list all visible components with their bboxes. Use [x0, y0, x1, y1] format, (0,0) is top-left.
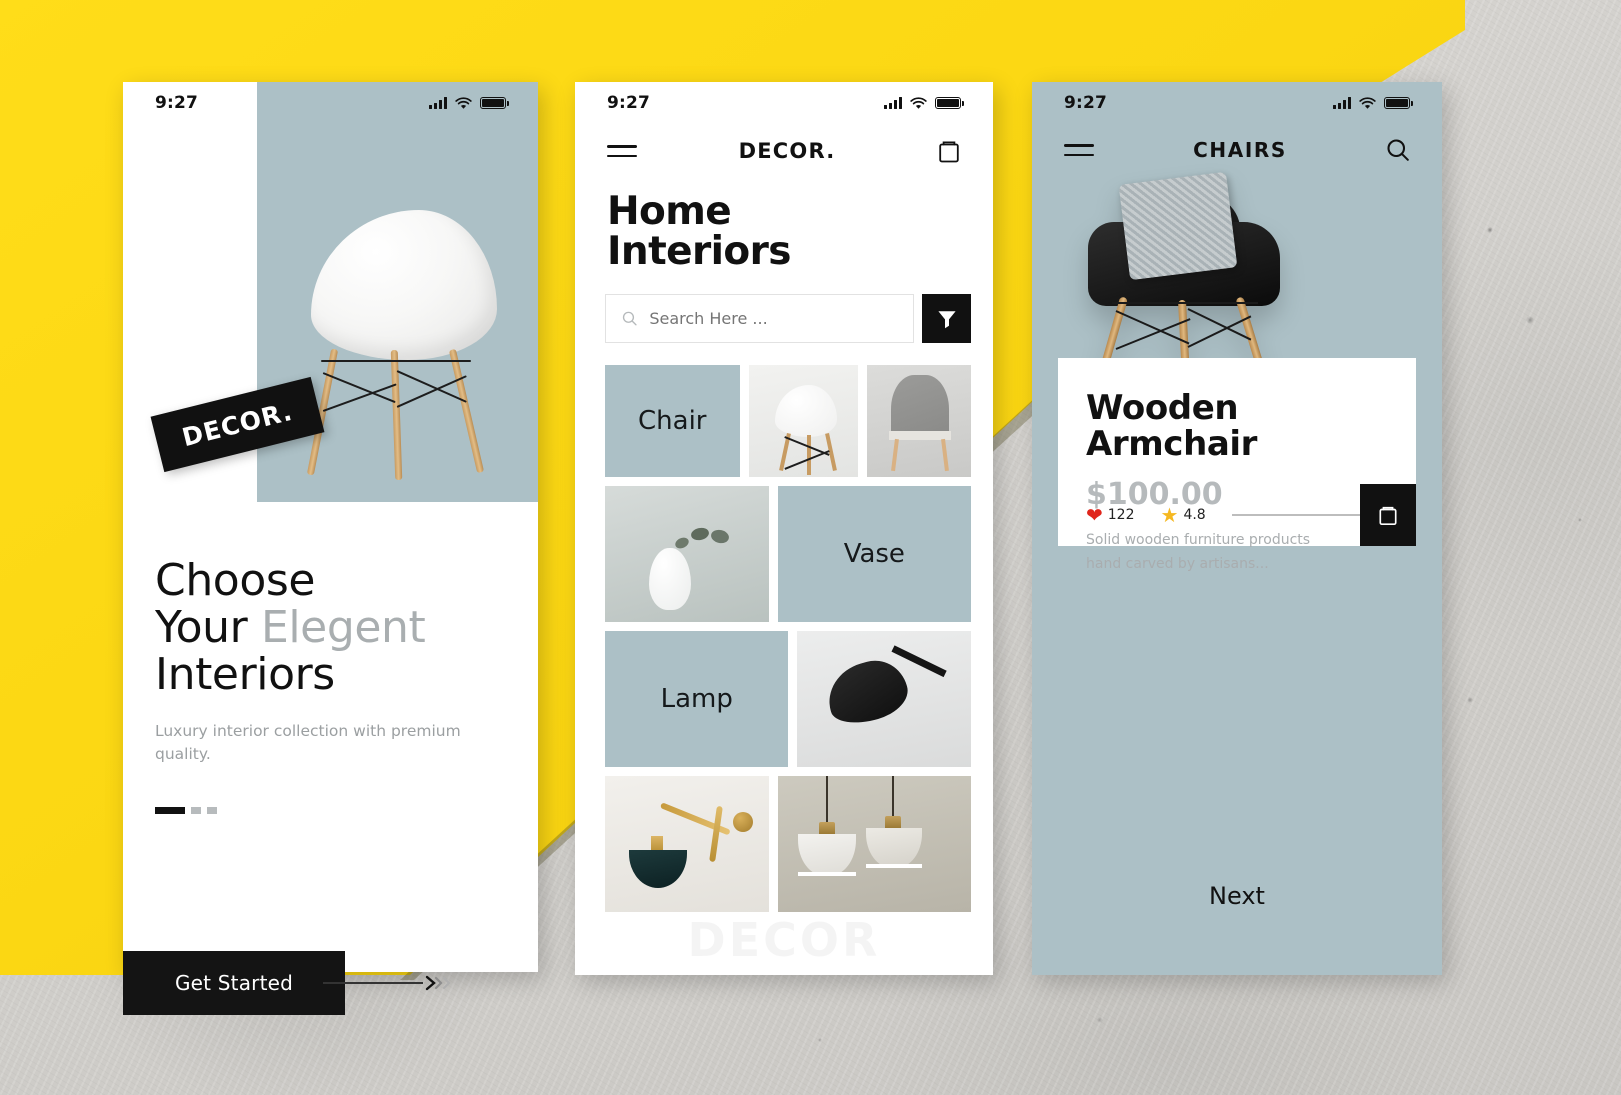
product-name-line-2: Armchair	[1086, 424, 1258, 465]
battery-full-icon	[480, 97, 509, 109]
page-title-line-1: Home	[607, 189, 732, 234]
category-photo-vase[interactable]	[605, 486, 769, 623]
cellular-signal-icon	[1333, 97, 1351, 109]
category-photo-brass-sconce[interactable]	[605, 776, 769, 913]
product-name: Wooden Armchair	[1086, 390, 1388, 463]
rating[interactable]: ★ 4.8	[1161, 505, 1206, 525]
battery-full-icon	[935, 97, 964, 109]
wifi-icon	[455, 96, 472, 109]
star-filled-icon: ★	[1160, 503, 1179, 527]
status-time: 9:27	[607, 93, 651, 113]
page-title-line-2: Interiors	[607, 229, 791, 275]
category-tile-chair[interactable]: Chair	[605, 365, 740, 478]
phone-screen-home: 9:27 DECOR. Home Interiors Search Here .…	[575, 82, 993, 975]
chevron-right-triple-icon[interactable]	[425, 975, 455, 991]
shopping-bag-icon	[1379, 506, 1397, 525]
get-started-button[interactable]: Get Started	[123, 951, 345, 1015]
category-photo-grey-armchair[interactable]	[866, 365, 971, 478]
status-icons	[1333, 96, 1413, 110]
cta-connector-line	[323, 982, 423, 984]
heart-filled-icon: ❤	[1086, 503, 1103, 527]
next-button[interactable]: Next	[1032, 882, 1442, 910]
add-to-bag-button[interactable]	[1360, 484, 1416, 546]
hamburger-menu-icon[interactable]	[607, 145, 637, 157]
shopping-bag-icon[interactable]	[937, 138, 961, 164]
category-label: Chair	[638, 406, 707, 437]
status-icons	[884, 96, 964, 110]
grid-row: Lamp	[605, 631, 971, 768]
grid-row	[605, 776, 971, 913]
hero-section: 9:27 DECOR.	[123, 82, 538, 502]
pagination-dots[interactable]	[155, 807, 506, 815]
app-title: DECOR.	[738, 139, 836, 163]
product-name-line-1: Wooden	[1086, 388, 1239, 428]
category-label: Lamp	[660, 684, 733, 715]
onboarding-headline: Choose Your Elegent Interiors	[155, 557, 506, 698]
like-count[interactable]: ❤ 122	[1086, 505, 1135, 525]
grid-row: Vase	[605, 486, 971, 623]
watermark: DECOR	[575, 913, 993, 967]
category-grid: Chair Vase Lamp	[575, 343, 993, 913]
app-bar: CHAIRS	[1032, 124, 1442, 170]
battery-full-icon	[1384, 97, 1413, 109]
cellular-signal-icon	[884, 97, 902, 109]
onboarding-subtext: Luxury interior collection with premium …	[155, 722, 461, 763]
search-input[interactable]	[649, 309, 897, 329]
product-description-line-2: hand carved by artisans...	[1086, 555, 1269, 572]
mockup-canvas: 9:27 DECOR. Choose Your Elegent Interior…	[0, 0, 1621, 1095]
phone-screen-product-detail: 9:27 CHAIRS Wooden Armchair $100.00 Soli…	[1032, 82, 1442, 975]
headline-line-2-muted: Elegent	[260, 602, 426, 654]
status-bar: 9:27	[1032, 82, 1442, 124]
category-tile-vase[interactable]: Vase	[777, 486, 971, 623]
headline-line-2-strong: Your	[155, 602, 248, 654]
page-title: Home Interiors	[575, 172, 993, 272]
headline-line-3: Interiors	[155, 649, 335, 701]
status-time: 9:27	[155, 93, 199, 113]
onboarding-copy: Choose Your Elegent Interiors Luxury int…	[123, 502, 538, 815]
category-photo-black-lamp[interactable]	[797, 631, 971, 768]
pagination-dot-3[interactable]	[207, 807, 217, 815]
search-icon[interactable]	[1386, 138, 1410, 162]
product-card-footer: ❤ 122 ★ 4.8	[1058, 484, 1416, 546]
white-chair-illustration	[301, 210, 501, 481]
app-title: CHAIRS	[1193, 138, 1287, 162]
rating-value: 4.8	[1183, 507, 1206, 523]
status-bar: 9:27	[123, 82, 538, 124]
filter-button[interactable]	[922, 294, 971, 344]
status-bar: 9:27	[575, 82, 993, 124]
wifi-icon	[1359, 96, 1376, 109]
wifi-icon	[910, 96, 927, 109]
cellular-signal-icon	[429, 97, 447, 109]
search-box[interactable]	[605, 294, 914, 344]
status-icons	[429, 96, 509, 110]
status-time: 9:27	[1064, 93, 1108, 113]
headline-line-1: Choose	[155, 555, 316, 606]
category-photo-white-chair[interactable]	[748, 365, 858, 478]
grid-row: Chair	[605, 365, 971, 478]
footer-connector-line	[1231, 514, 1362, 516]
pagination-dot-active[interactable]	[155, 807, 185, 815]
get-started-row: Get Started	[123, 951, 455, 1015]
filter-funnel-icon	[937, 311, 956, 329]
search-row	[575, 272, 993, 344]
category-photo-pendant-lights[interactable]	[777, 776, 971, 913]
app-bar: DECOR.	[575, 124, 993, 172]
pagination-dot-2[interactable]	[191, 807, 201, 815]
search-icon	[622, 312, 637, 326]
category-tile-lamp[interactable]: Lamp	[605, 631, 789, 768]
hamburger-menu-icon[interactable]	[1064, 144, 1094, 156]
category-label: Vase	[843, 539, 905, 570]
product-card: Wooden Armchair $100.00 Solid wooden fur…	[1058, 358, 1416, 572]
like-count-value: 122	[1107, 507, 1135, 523]
phone-screen-onboarding: 9:27 DECOR. Choose Your Elegent Interior…	[123, 82, 538, 972]
